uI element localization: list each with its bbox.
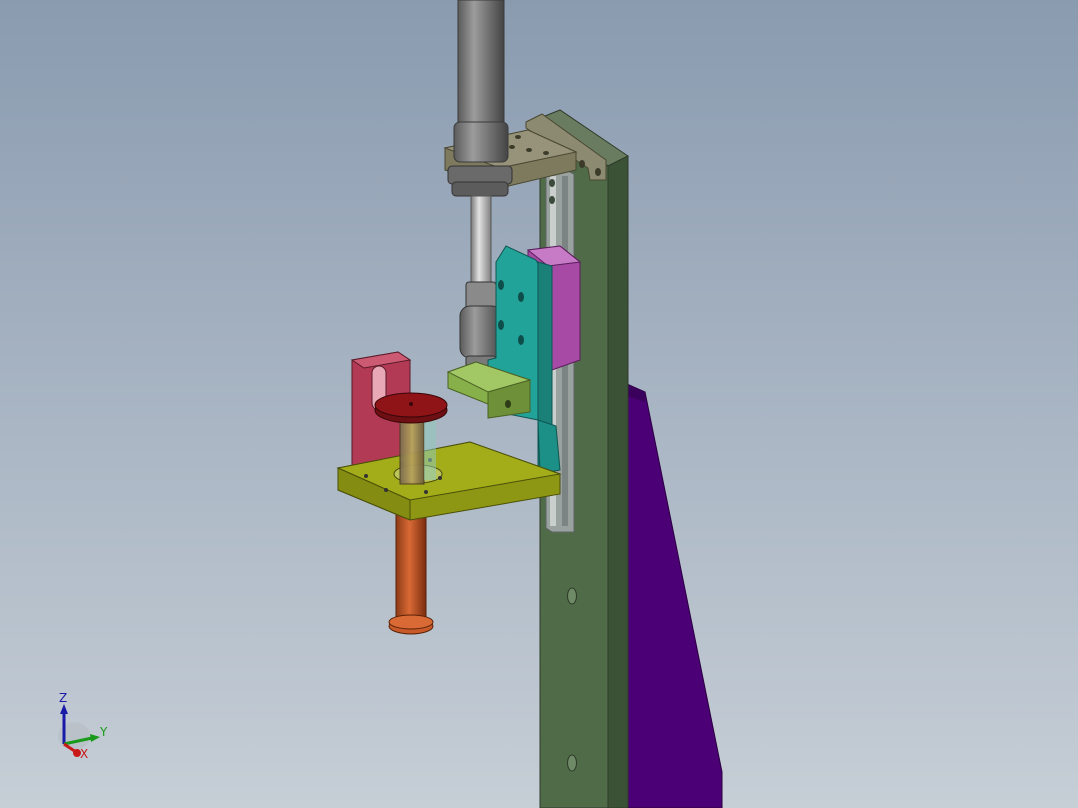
axis-triad: Z Y X [44,684,124,764]
z-axis-label: Z [59,691,67,705]
y-axis-label: Y [99,725,108,739]
cad-graphics-viewport[interactable]: Z Y X [0,0,1078,808]
spool-shaft[interactable] [388,507,434,635]
carriage-plate[interactable] [487,245,561,475]
assembly-model[interactable] [0,0,1078,808]
gusset-plate[interactable] [626,383,723,808]
x-axis-label: X [80,747,88,761]
spool-flange-top[interactable] [374,392,448,424]
air-cylinder[interactable] [447,0,513,197]
y-axis-arrow [90,734,100,742]
z-axis-arrow [60,704,68,714]
